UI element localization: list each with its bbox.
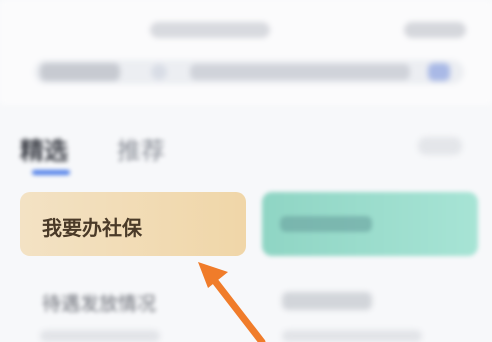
search-placeholder	[190, 64, 410, 80]
location-selector[interactable]	[40, 63, 120, 81]
social-insurance-card[interactable]: 我要办社保	[20, 192, 246, 256]
active-tab-indicator	[32, 170, 70, 175]
tab-recommended[interactable]: 推荐	[117, 131, 165, 166]
tab-featured[interactable]: 精选	[20, 131, 68, 166]
list-item-line	[40, 330, 160, 342]
list-item-right[interactable]	[282, 292, 372, 310]
list-item-benefit-status[interactable]: 待遇发放情况	[42, 289, 156, 316]
service-card-teal[interactable]	[262, 192, 478, 256]
service-card-teal-label	[280, 216, 372, 232]
search-icon	[151, 64, 167, 80]
scan-icon[interactable]	[428, 63, 450, 81]
more-button[interactable]	[418, 137, 462, 155]
social-insurance-card-label: 我要办社保	[42, 216, 142, 240]
header-area	[0, 0, 492, 105]
list-item-line	[282, 330, 422, 342]
header-title-placeholder	[150, 22, 270, 38]
header-actions[interactable]	[404, 22, 466, 38]
